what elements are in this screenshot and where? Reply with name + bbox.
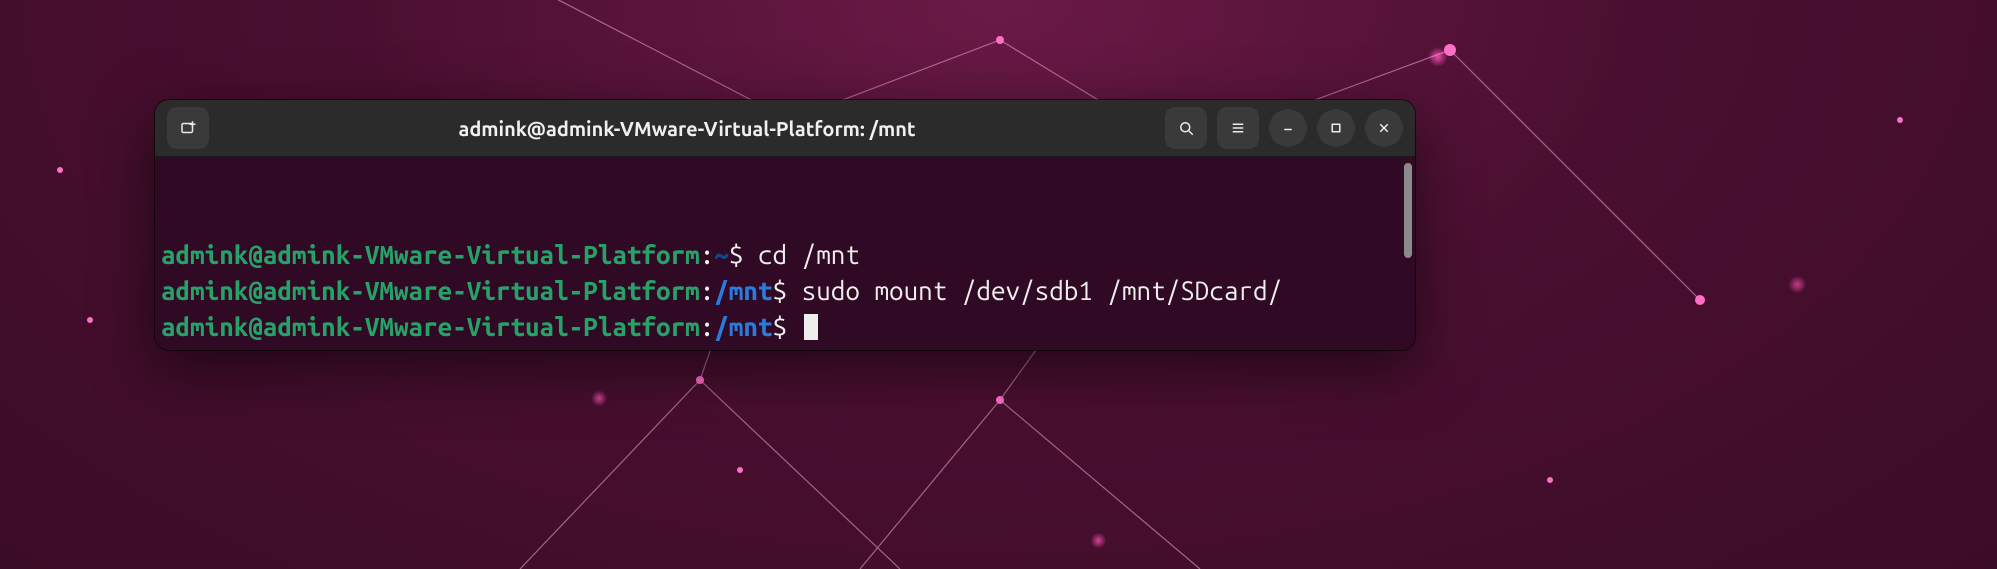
prompt-user-host: admink@admink-VMware-Virtual-Platform (161, 240, 700, 269)
terminal-body[interactable]: admink@admink-VMware-Virtual-Platform:~$… (155, 157, 1415, 350)
prompt-path: /mnt (714, 312, 772, 341)
prompt-colon: : (700, 240, 715, 269)
command-text: cd /mnt (758, 240, 860, 269)
terminal-cursor (804, 314, 818, 340)
prompt-path: /mnt (714, 276, 772, 305)
terminal-line: admink@admink-VMware-Virtual-Platform:/m… (161, 273, 1409, 309)
new-tab-icon (179, 119, 197, 137)
prompt-user-host: admink@admink-VMware-Virtual-Platform (161, 312, 700, 341)
close-button[interactable] (1365, 109, 1403, 147)
window-title: admink@admink-VMware-Virtual-Platform: /… (221, 117, 1153, 140)
search-icon (1177, 119, 1195, 137)
prompt-user-host: admink@admink-VMware-Virtual-Platform (161, 276, 700, 305)
terminal-line: admink@admink-VMware-Virtual-Platform:~$… (161, 237, 1409, 273)
hamburger-menu-button[interactable] (1217, 107, 1259, 149)
prompt-colon: : (700, 312, 715, 341)
prompt-colon: : (700, 276, 715, 305)
maximize-icon (1327, 119, 1345, 137)
hamburger-icon (1229, 119, 1247, 137)
new-tab-button[interactable] (167, 107, 209, 149)
minimize-icon (1279, 119, 1297, 137)
maximize-button[interactable] (1317, 109, 1355, 147)
terminal-line: admink@admink-VMware-Virtual-Platform:/m… (161, 309, 1409, 345)
prompt-dollar: $ (729, 240, 758, 269)
prompt-dollar: $ (773, 276, 802, 305)
prompt-dollar: $ (773, 312, 802, 341)
terminal-scrollbar[interactable] (1404, 163, 1412, 258)
titlebar[interactable]: admink@admink-VMware-Virtual-Platform: /… (155, 100, 1415, 157)
search-button[interactable] (1165, 107, 1207, 149)
command-text: sudo mount /dev/sdb1 /mnt/SDcard/ (802, 276, 1282, 305)
minimize-button[interactable] (1269, 109, 1307, 147)
titlebar-right-controls (1165, 107, 1403, 149)
prompt-path: ~ (714, 240, 729, 269)
close-icon (1375, 119, 1393, 137)
terminal-window: admink@admink-VMware-Virtual-Platform: /… (155, 100, 1415, 350)
